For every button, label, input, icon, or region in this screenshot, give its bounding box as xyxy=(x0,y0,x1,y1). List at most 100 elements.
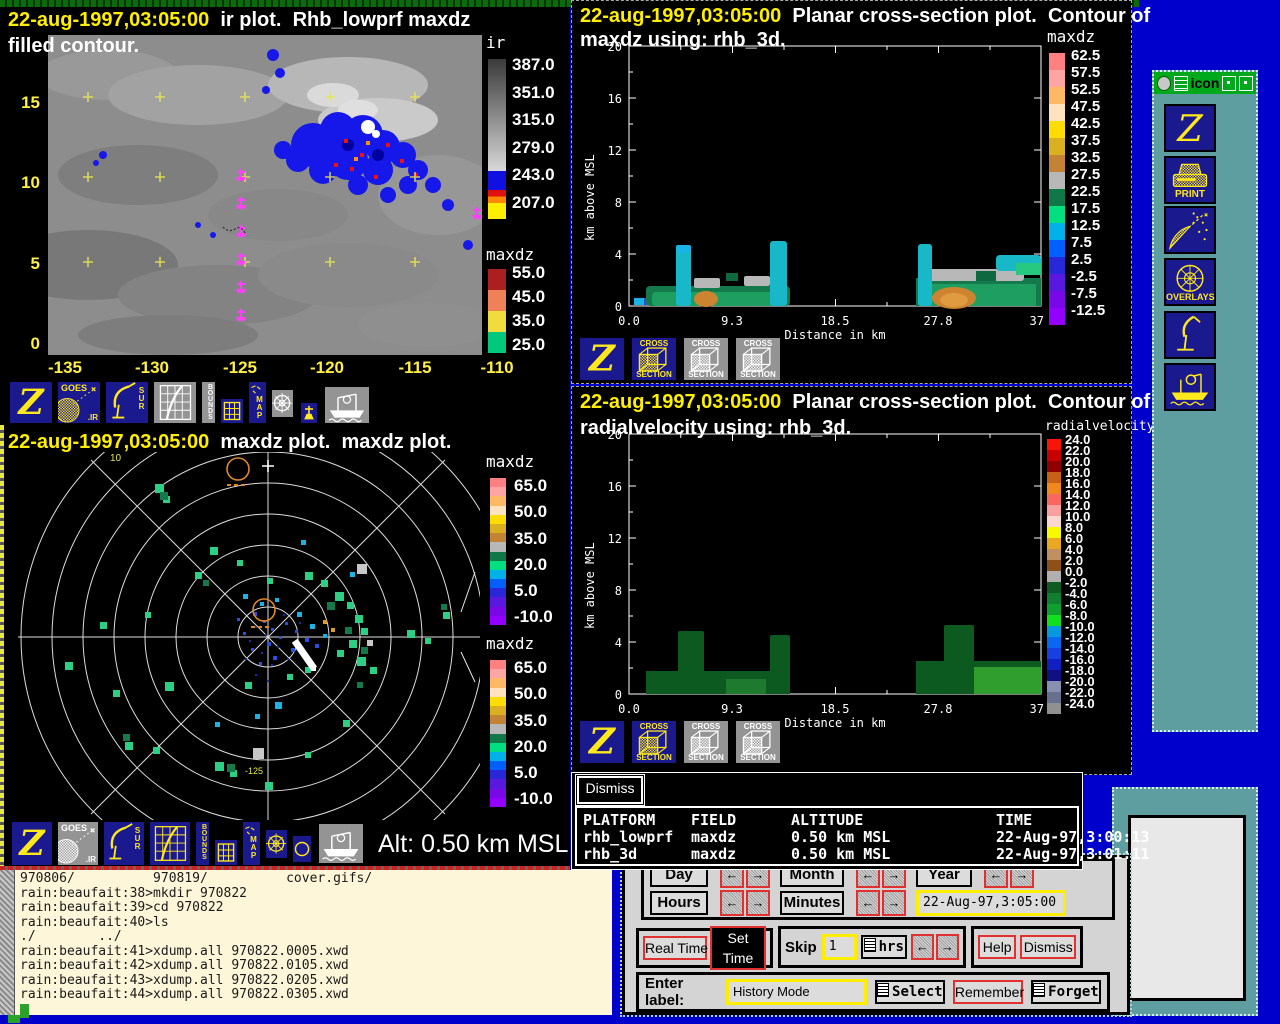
zebra-logo-button[interactable]: Z xyxy=(10,820,54,867)
map-button[interactable]: MAP xyxy=(241,820,262,867)
skip-back-button[interactable]: ← xyxy=(911,934,934,960)
sur-radar-button[interactable]: SUR xyxy=(102,820,146,867)
label-field[interactable]: History Mode xyxy=(726,979,867,1005)
sur-label: SUR xyxy=(137,386,145,410)
satellite-dish-button[interactable] xyxy=(1164,206,1216,254)
colorbar-tick: 52.5 xyxy=(1071,81,1105,98)
ship-button[interactable] xyxy=(317,822,365,865)
overlays-button[interactable]: OVERLAYS xyxy=(1164,258,1216,306)
window-maximize-icon[interactable] xyxy=(1222,76,1236,91)
terminal-output: 970806/ 970819/ cover.gifs/rain:beaufait… xyxy=(20,872,372,1022)
zebra-logo-button[interactable]: Z xyxy=(8,380,54,425)
colorbar-segment xyxy=(490,552,506,561)
circle-button[interactable] xyxy=(291,834,313,864)
colorbar-segment xyxy=(490,660,506,669)
colorbar-segment xyxy=(1047,494,1061,505)
print-button[interactable]: PRINT xyxy=(1164,156,1216,204)
ir-x-tick: -115 xyxy=(385,358,445,378)
table-row: rhb_lowprfmaxdz0.50 km MSL22-Aug-97,3:00… xyxy=(577,829,1077,846)
remember-button[interactable]: Remember xyxy=(953,980,1023,1004)
ppi-bottom-label: -125 xyxy=(245,766,263,776)
cross-section-button[interactable]: CROSS SECTION xyxy=(734,336,782,382)
cross-section-button[interactable]: CROSS SECTION xyxy=(682,336,730,382)
colorbar-segment xyxy=(1047,582,1061,593)
grid-button[interactable] xyxy=(219,397,245,425)
colorbar-segment xyxy=(1049,121,1065,138)
zebra-logo-button[interactable]: Z xyxy=(578,719,626,765)
bounds-button[interactable]: BOUNDS xyxy=(194,820,211,867)
dismiss-button[interactable]: Dismiss xyxy=(1020,935,1076,959)
bounds-button[interactable]: BOUNDS xyxy=(200,380,217,425)
buoy-button[interactable] xyxy=(299,401,319,425)
minutes-increment-button[interactable]: → xyxy=(882,890,906,916)
menu-icon xyxy=(1033,983,1045,997)
real-time-button[interactable]: Real Time xyxy=(643,936,707,960)
radar-antenna-button[interactable] xyxy=(1164,311,1216,359)
xs-rv-plot[interactable]: 0 4 8 12 16 20 0.0 9.3 18.5 27.8 37 Dist… xyxy=(576,429,1046,729)
cross-section-button-active[interactable]: CROSS SECTION xyxy=(630,719,678,765)
icon-window-titlebar[interactable]: icon xyxy=(1154,72,1256,94)
svg-text:16: 16 xyxy=(608,480,622,494)
xterm-window[interactable]: 970806/ 970819/ cover.gifs/rain:beaufait… xyxy=(0,870,612,1015)
svg-text:Z: Z xyxy=(1176,107,1203,150)
terminal-scrollbar[interactable] xyxy=(0,870,15,1015)
skip-units-menu[interactable]: hrs xyxy=(861,935,907,959)
colorbar-tick: 27.5 xyxy=(1071,166,1105,183)
colorbar-segment xyxy=(1047,538,1061,549)
colorbar-ticks: 65.050.035.020.05.0-10.0 xyxy=(514,655,553,813)
colorbar-segment xyxy=(1049,172,1065,189)
colorbar-tick: -10.0 xyxy=(514,786,553,812)
forget-menu[interactable]: Forget xyxy=(1031,980,1101,1004)
select-menu[interactable]: Select xyxy=(875,980,945,1004)
colorbar-segment xyxy=(1047,560,1061,571)
minutes-decrement-button[interactable]: ← xyxy=(856,890,880,916)
skewt-grid-button[interactable] xyxy=(152,380,198,425)
colorbar-segment xyxy=(1047,637,1061,648)
ir-plot-title: 22-aug-1997,03:05:00 ir plot. Rhb_lowprf… xyxy=(8,9,470,32)
hours-button[interactable]: Hours xyxy=(650,891,708,915)
goes-ir-button[interactable]: GOES .IR xyxy=(56,380,102,425)
hours-increment-button[interactable]: → xyxy=(746,890,770,916)
hours-decrement-button[interactable]: ← xyxy=(720,890,744,916)
colorbar-tick: 50.0 xyxy=(514,681,553,707)
colorbar-tick: 279.0 xyxy=(512,134,555,162)
skewt-grid-button[interactable] xyxy=(148,820,192,867)
zebra-logo-button[interactable]: Z xyxy=(578,336,626,382)
ship-button[interactable] xyxy=(1164,363,1216,411)
table-cell: maxdz xyxy=(691,829,791,846)
colorbar-segment xyxy=(1049,291,1065,308)
zebra-logo-button[interactable]: Z xyxy=(1164,104,1216,152)
grid-button[interactable] xyxy=(213,838,239,867)
xs-maxdz-plot[interactable]: 0 4 8 12 16 20 0.0 9.3 18.5 27.8 37 Dist… xyxy=(576,41,1046,341)
map-button[interactable]: MAP xyxy=(247,380,268,425)
set-time-button[interactable]: Set Time xyxy=(710,926,766,970)
table-cell: 0.50 km MSL xyxy=(791,846,996,863)
dismiss-button[interactable]: Dismiss xyxy=(577,776,643,804)
window-resize-icon[interactable] xyxy=(1239,76,1253,91)
help-button[interactable]: Help xyxy=(978,935,1016,959)
ship-wheel-button[interactable] xyxy=(264,828,289,860)
time-field[interactable]: 22-Aug-97,3:05:00 xyxy=(916,890,1066,916)
sur-radar-button[interactable]: SUR xyxy=(104,380,150,425)
ship-button[interactable] xyxy=(323,385,371,425)
terminal-line: rain:beaufait:41>xdump.all 970822.0005.x… xyxy=(20,945,372,960)
colorbar-tick: 387.0 xyxy=(512,51,555,79)
skip-field[interactable]: 1 xyxy=(822,934,857,960)
colorbar-segment xyxy=(490,789,506,798)
colorbar-tick: 42.5 xyxy=(1071,115,1105,132)
radialvelocity-contours xyxy=(646,625,1041,694)
ir-satellite-image[interactable] xyxy=(48,35,482,355)
goes-ir-button[interactable]: GOES .IR xyxy=(56,820,100,867)
ir-label: .IR xyxy=(86,855,96,864)
cross-section-button[interactable]: CROSS SECTION xyxy=(734,719,782,765)
svg-text:12: 12 xyxy=(608,144,622,158)
window-menu-icon[interactable] xyxy=(1157,76,1171,91)
maxdz-plot-title: 22-aug-1997,03:05:00 maxdz plot. maxdz p… xyxy=(8,431,451,454)
minutes-button[interactable]: Minutes xyxy=(780,891,844,915)
ppi-radar-display[interactable]: -125 xyxy=(5,452,480,820)
cross-section-button[interactable]: CROSS SECTION xyxy=(682,719,730,765)
window-iconify-icon[interactable] xyxy=(1174,76,1188,91)
skip-forward-button[interactable]: → xyxy=(936,934,959,960)
cross-section-button-active[interactable]: CROSS SECTION xyxy=(630,336,678,382)
ship-wheel-button[interactable] xyxy=(270,388,295,419)
